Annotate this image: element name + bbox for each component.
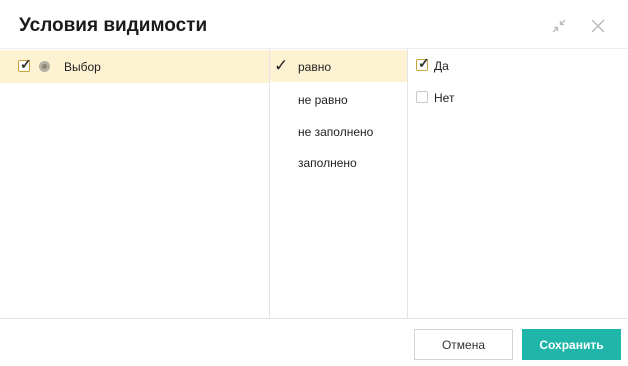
collapse-icon[interactable] xyxy=(551,18,567,34)
dialog-title: Условия видимости xyxy=(19,15,208,36)
value-checkbox[interactable]: ✓ xyxy=(416,55,430,71)
operators-column: ✓ равно не равно не заполнено заполнено xyxy=(269,49,408,319)
conditions-panel: ✓ Выбор ✓ равно не равно не заполнено за… xyxy=(0,48,628,319)
operator-label: не заполнено xyxy=(298,125,374,139)
operator-label: заполнено xyxy=(298,156,357,170)
checkmark-icon: ✓ xyxy=(418,55,430,71)
radio-field-icon xyxy=(39,61,50,72)
field-checkbox[interactable]: ✓ xyxy=(18,56,32,72)
checkmark-icon: ✓ xyxy=(20,56,32,72)
close-icon[interactable] xyxy=(590,18,606,34)
fields-column: ✓ Выбор xyxy=(0,49,269,319)
value-checkbox[interactable] xyxy=(416,91,428,103)
visibility-conditions-dialog: Условия видимости ✓ Выбор ✓ равно не рав… xyxy=(0,0,628,366)
dialog-footer: Отмена Сохранить xyxy=(0,318,628,366)
field-label: Выбор xyxy=(64,60,101,74)
dialog-header: Условия видимости xyxy=(0,0,628,48)
operator-empty[interactable]: не заполнено xyxy=(270,115,408,147)
checkmark-icon: ✓ xyxy=(274,56,289,75)
operator-label: не равно xyxy=(298,93,348,107)
field-row-vybor[interactable]: ✓ Выбор xyxy=(0,50,269,83)
save-button[interactable]: Сохранить xyxy=(522,329,621,360)
operator-not-equals[interactable]: не равно xyxy=(270,83,408,115)
value-row-yes[interactable]: ✓ Да xyxy=(408,51,628,79)
operator-label: равно xyxy=(298,60,332,74)
value-row-no[interactable]: Нет xyxy=(408,83,628,111)
value-label: Да xyxy=(434,59,449,73)
operator-filled[interactable]: заполнено xyxy=(270,146,408,178)
value-label: Нет xyxy=(434,91,455,105)
operator-equals[interactable]: ✓ равно xyxy=(270,50,408,82)
cancel-button[interactable]: Отмена xyxy=(414,329,513,360)
values-column: ✓ Да Нет xyxy=(407,49,628,319)
